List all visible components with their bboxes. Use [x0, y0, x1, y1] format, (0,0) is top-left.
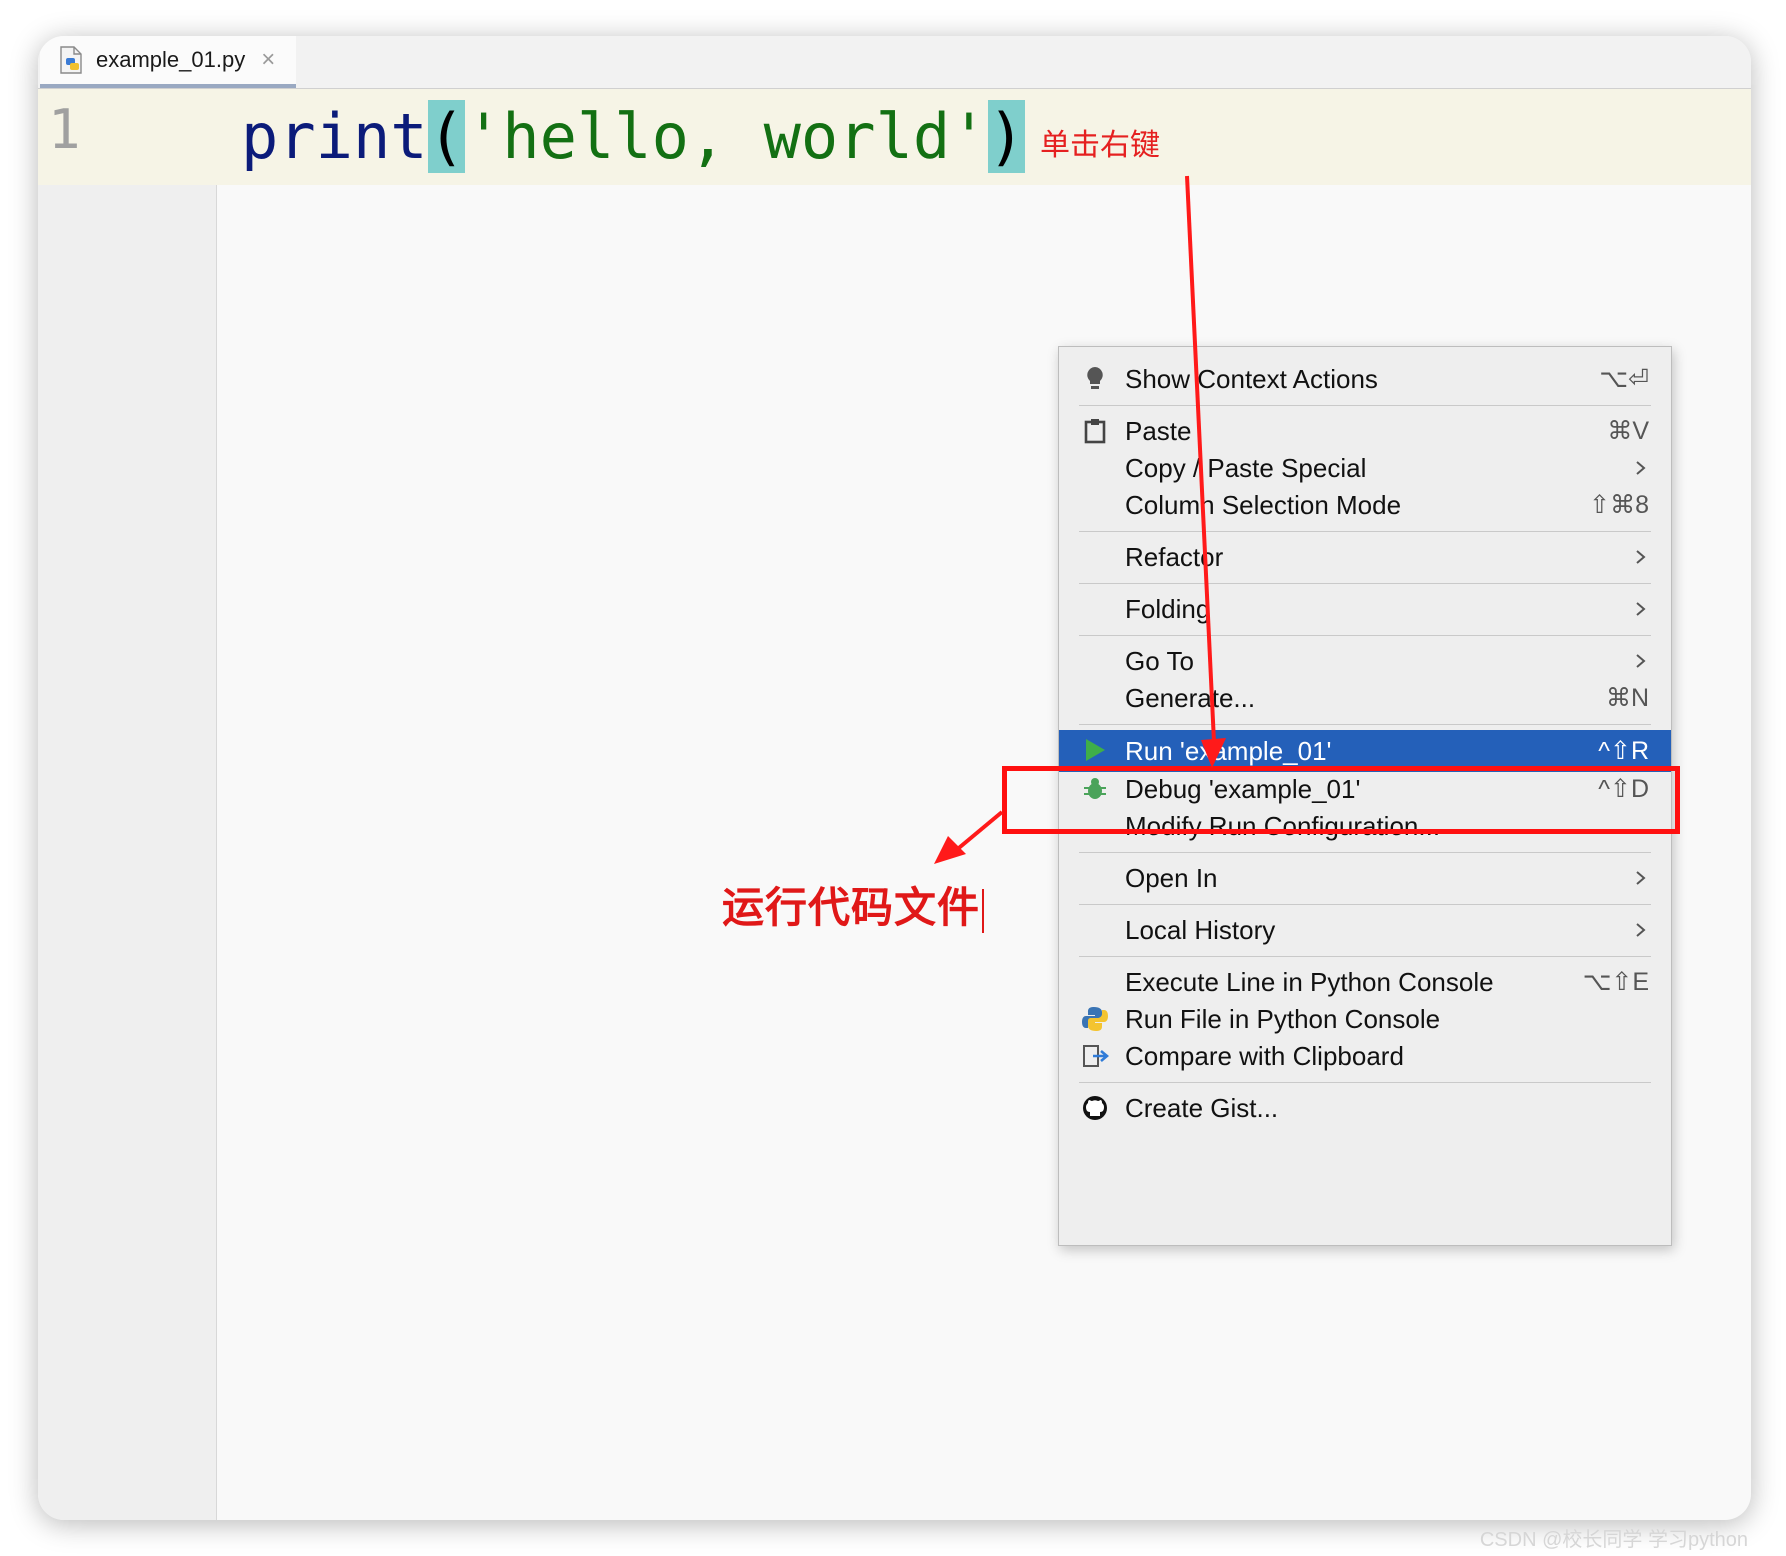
code-string: 'hello, world' [464, 100, 988, 173]
menu-item-folding[interactable]: Folding [1059, 589, 1671, 629]
compare-icon [1081, 1042, 1109, 1070]
menu-item-label: Paste [1125, 415, 1192, 446]
menu-item-shortcut: ⌥⇧E [1582, 968, 1649, 996]
line-number: 1 [48, 98, 81, 161]
menu-item-paste[interactable]: Paste ⌘V [1059, 411, 1671, 451]
code-function: print [241, 100, 428, 173]
menu-item-copy-paste-special[interactable]: Copy / Paste Special [1059, 448, 1671, 488]
menu-separator [1079, 724, 1651, 725]
menu-item-shortcut: ⌘N [1605, 684, 1649, 712]
code-open-paren: ( [427, 100, 465, 173]
annotation-run-file-text: 运行代码文件 [722, 884, 981, 931]
menu-separator [1079, 956, 1651, 957]
menu-item-label: Show Context Actions [1125, 363, 1378, 394]
watermark: CSDN @校长同学 学习python [1479, 1529, 1748, 1551]
menu-item-shortcut: ⌘V [1607, 417, 1649, 445]
lightbulb-icon [1081, 365, 1109, 393]
python-icon [1081, 1005, 1109, 1033]
chevron-right-icon [1636, 550, 1646, 564]
run-icon [1081, 736, 1109, 764]
menu-separator [1079, 1082, 1651, 1083]
clipboard-icon [1081, 417, 1109, 445]
menu-separator [1079, 904, 1651, 905]
python-file-icon [60, 46, 82, 74]
menu-item-label: Copy / Paste Special [1125, 452, 1367, 483]
chevron-right-icon [1636, 461, 1646, 475]
menu-item-compare-with-clipboard[interactable]: Compare with Clipboard [1059, 1036, 1671, 1076]
menu-separator [1079, 852, 1651, 853]
menu-item-label: Generate... [1125, 682, 1256, 713]
close-icon[interactable]: × [261, 48, 275, 72]
menu-item-shortcut: ⌥⏎ [1599, 365, 1649, 393]
menu-item-refactor[interactable]: Refactor [1059, 537, 1671, 577]
menu-item-label: Create Gist... [1125, 1092, 1279, 1123]
menu-separator [1079, 531, 1651, 532]
menu-item-label: Execute Line in Python Console [1125, 966, 1494, 997]
line-gutter [38, 89, 217, 1520]
menu-item-label: Run File in Python Console [1125, 1003, 1441, 1034]
github-icon [1081, 1094, 1109, 1122]
menu-item-shortcut: ^⇧R [1598, 737, 1649, 765]
text-caret [982, 888, 985, 933]
menu-item-label: Local History [1125, 914, 1276, 945]
menu-item-go-to[interactable]: Go To [1059, 641, 1671, 681]
menu-item-label: Compare with Clipboard [1125, 1040, 1404, 1071]
chevron-right-icon [1636, 871, 1646, 885]
menu-item-show-context-actions[interactable]: Show Context Actions ⌥⏎ [1059, 359, 1671, 399]
menu-item-label: Folding [1125, 593, 1211, 624]
tab-example-01[interactable]: example_01.py × [40, 36, 296, 88]
tab-bar: example_01.py × [38, 36, 1751, 89]
menu-item-run-file-in-python-console[interactable]: Run File in Python Console [1059, 999, 1671, 1039]
menu-item-label: Run 'example_01' [1125, 735, 1332, 766]
tab-label: example_01.py [96, 47, 246, 72]
menu-item-execute-line-in-python-console[interactable]: Execute Line in Python Console ⌥⇧E [1059, 962, 1671, 1002]
annotation-right-click: 单击右键 [1040, 129, 1160, 162]
menu-item-label: Go To [1125, 645, 1194, 676]
menu-item-generate[interactable]: Generate... ⌘N [1059, 678, 1671, 718]
chevron-right-icon [1636, 602, 1646, 616]
menu-separator [1079, 405, 1651, 406]
code-close-paren: ) [987, 100, 1025, 173]
menu-item-label: Open In [1125, 862, 1218, 893]
menu-item-label: Refactor [1125, 541, 1224, 572]
menu-separator [1079, 583, 1651, 584]
menu-item-column-selection-mode[interactable]: Column Selection Mode ⇧⌘8 [1059, 485, 1671, 525]
menu-item-label: Column Selection Mode [1125, 489, 1402, 520]
chevron-right-icon [1636, 923, 1646, 937]
menu-item-create-gist[interactable]: Create Gist... [1059, 1088, 1671, 1128]
highlight-box [1002, 766, 1680, 834]
menu-separator [1079, 635, 1651, 636]
annotation-run-file: 运行代码文件 [722, 874, 985, 935]
code-line[interactable]: print('hello, world') [241, 94, 1025, 180]
menu-item-local-history[interactable]: Local History [1059, 910, 1671, 950]
chevron-right-icon [1636, 654, 1646, 668]
menu-item-open-in[interactable]: Open In [1059, 858, 1671, 898]
menu-item-shortcut: ⇧⌘8 [1589, 491, 1649, 519]
